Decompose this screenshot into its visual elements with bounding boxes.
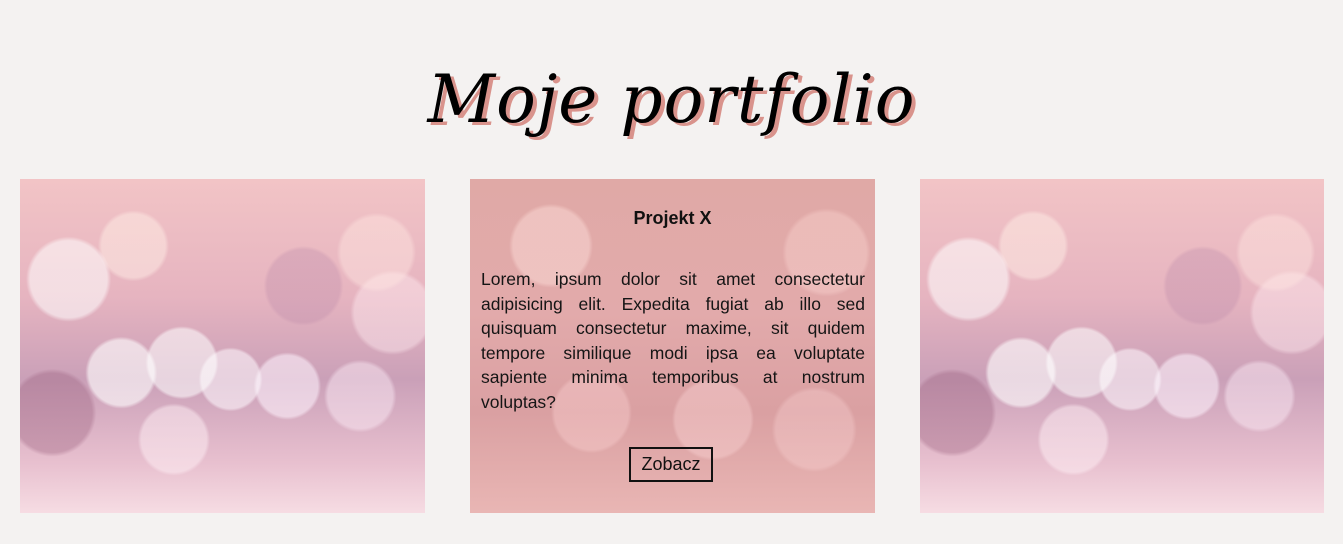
project-card-2[interactable]: Projekt X Lorem, ipsum dolor sit amet co…	[470, 179, 875, 513]
project-title: Projekt X	[633, 208, 712, 228]
project-card-3[interactable]	[920, 179, 1324, 513]
project-image-3	[920, 179, 1324, 513]
project-card-1[interactable]	[20, 179, 425, 513]
project-image-1	[20, 179, 425, 513]
view-project-button[interactable]: Zobacz	[629, 447, 713, 482]
project-description: Lorem, ipsum dolor sit amet consectetur …	[481, 269, 865, 412]
page-title: Moje portfolio	[427, 61, 916, 138]
